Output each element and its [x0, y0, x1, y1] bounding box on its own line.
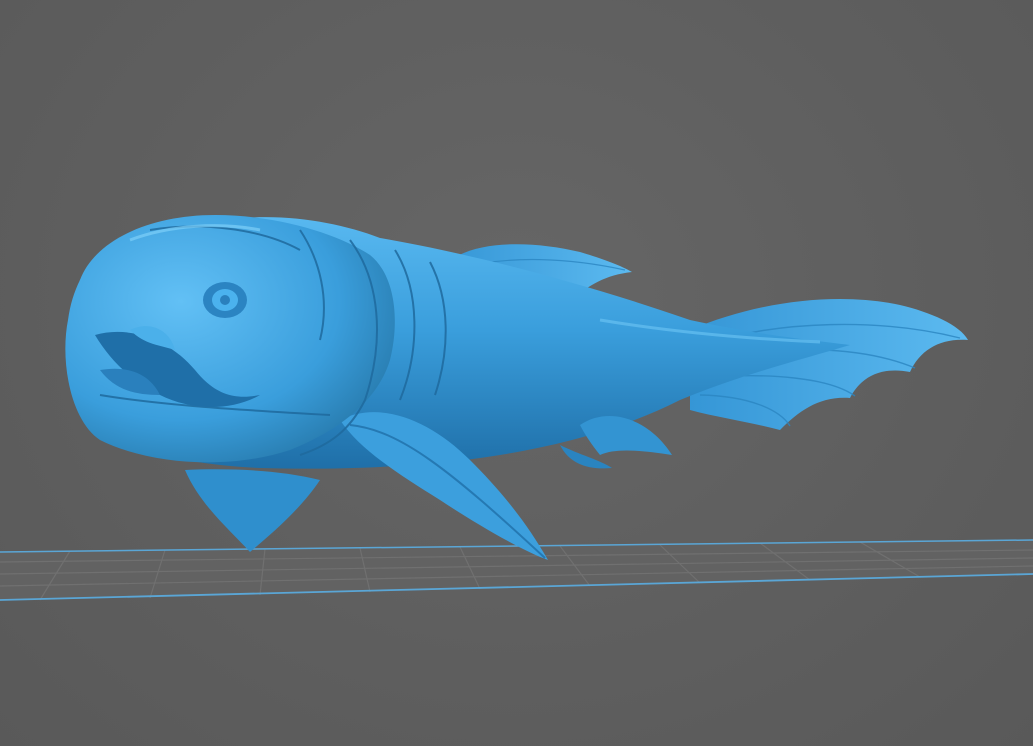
build-plate-grid-icon [0, 539, 1033, 601]
eye-detail [203, 282, 247, 318]
scene-canvas[interactable] [0, 0, 1033, 746]
3d-viewport[interactable] [0, 0, 1033, 746]
fish-model-icon[interactable] [65, 215, 968, 560]
